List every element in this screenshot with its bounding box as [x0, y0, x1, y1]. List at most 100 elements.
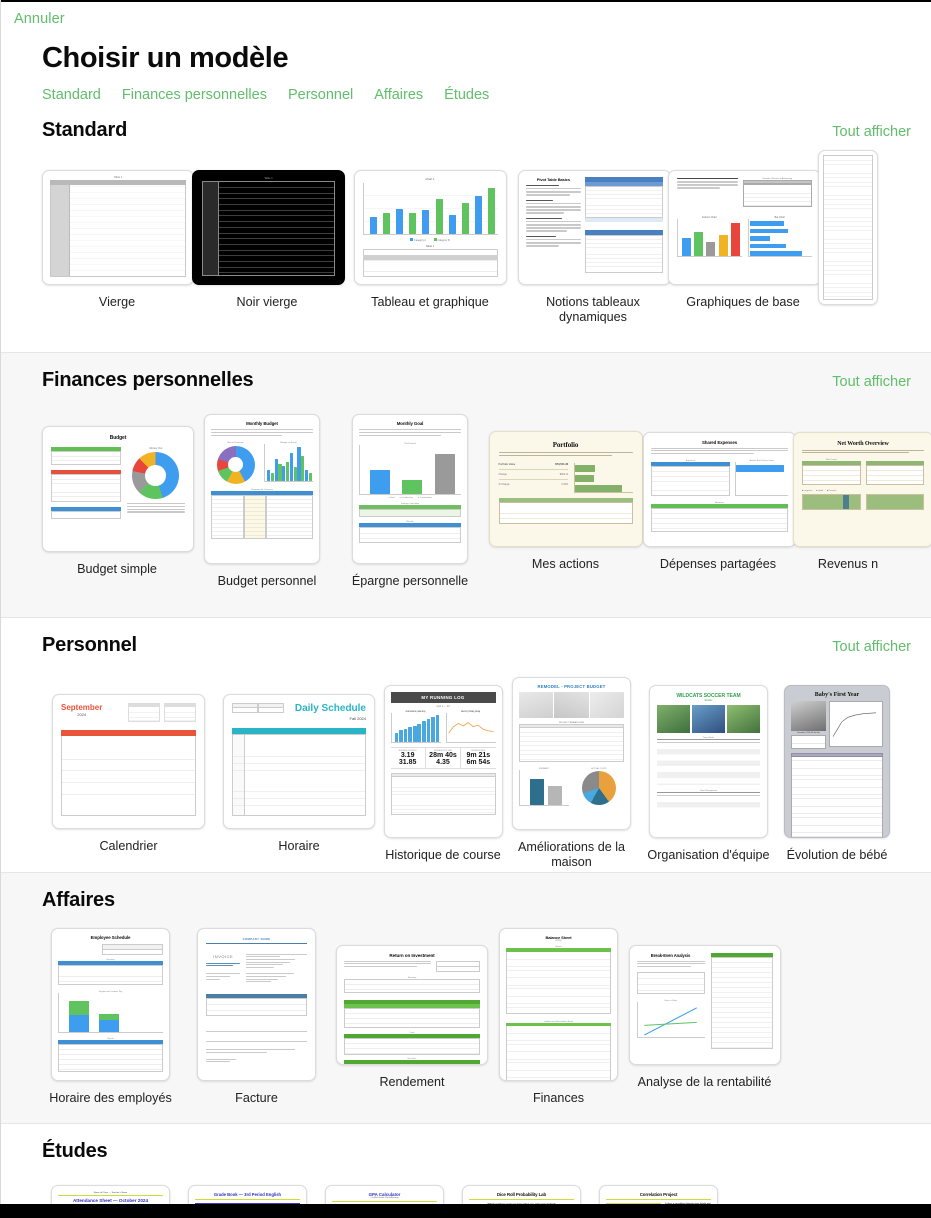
template-card[interactable]: Table 1 Vierge: [42, 170, 194, 310]
template-card[interactable]: Favorite Classes in Astronomy Column Cha…: [668, 170, 821, 310]
section-personnel-header: Personnel Tout afficher: [0, 618, 931, 657]
template-card[interactable]: Monthly Budget Actual Summary Budget vs …: [192, 414, 332, 589]
page-title: Choisir un modèle: [42, 42, 289, 74]
thumb-doc-title: Table 1: [264, 177, 273, 180]
template-card[interactable]: Baby's First Year December | 2024 (6/6 l…: [777, 684, 897, 863]
thumb-doc-title: Shared Expenses: [701, 439, 738, 445]
thumb-doc-sub: COMPANY NAME: [242, 937, 271, 941]
template-card[interactable]: Table 1 Noir vierge: [192, 170, 345, 310]
thumb-doc-title: Net Worth Overview: [837, 440, 889, 447]
chart-legend-item: Category A: [410, 238, 426, 242]
template-name: Analyse de la rentabilité: [637, 1074, 772, 1089]
template-thumbnail[interactable]: Return on Investment Summary Costs Net V…: [336, 944, 488, 1065]
template-thumbnail[interactable]: Break-Even Analysis Costs vs Sales: [628, 944, 781, 1065]
template-card[interactable]: Budget Money Out Budget simple: [42, 426, 194, 577]
template-thumbnail[interactable]: Table 1: [42, 170, 194, 285]
template-card[interactable]: WILDCATS SOCCER TEAM Roster Team Roster …: [640, 684, 777, 863]
tab-affaires[interactable]: Affaires: [374, 87, 423, 103]
thumb-doc-title: Return on Investment: [389, 952, 435, 958]
template-card[interactable]: COMPANY NAME INVOICE Facture: [179, 928, 334, 1106]
thumb-doc-title: Portfolio: [552, 441, 579, 449]
template-thumbnail[interactable]: Shared Expenses Expenses Amount Each Per…: [643, 431, 796, 547]
template-card[interactable]: Shared Expenses Expenses Amount Each Per…: [643, 431, 796, 572]
template-thumbnail[interactable]: Monthly Goal Total Saved ● Goal ● Contrib…: [352, 414, 468, 564]
thumb-doc-title: Pivot Table Basics: [536, 177, 571, 182]
template-name: Calendrier: [99, 838, 158, 853]
template-thumbnail[interactable]: WILDCATS SOCCER TEAM Roster Team Roster …: [649, 684, 768, 838]
window-left-border: [0, 0, 1, 1218]
template-card[interactable]: Monthly Goal Total Saved ● Goal ● Contrib…: [332, 414, 488, 589]
section-affaires-header: Affaires: [0, 873, 931, 912]
tab-personnel[interactable]: Personnel: [288, 87, 353, 103]
see-all-standard[interactable]: Tout afficher: [832, 124, 911, 140]
section-finances-header: Finances personnelles Tout afficher: [0, 353, 931, 392]
template-thumbnail[interactable]: COMPANY NAME INVOICE: [197, 928, 316, 1081]
template-name: Améliorations de la maison: [517, 840, 626, 869]
template-thumbnail[interactable]: Table 1: [192, 170, 345, 285]
template-card[interactable]: Return on Investment Summary Costs Net V…: [334, 944, 490, 1090]
thumb-doc-title: Dice Roll Probability Lab: [496, 1192, 547, 1197]
section-title: Finances personnelles: [42, 369, 254, 391]
tab-etudes[interactable]: Études: [444, 87, 489, 103]
template-thumbnail[interactable]: Net Worth Overview Total Current ■ Long-…: [793, 431, 931, 547]
thumb-doc-title: Break-Even Analysis: [650, 952, 691, 958]
template-card[interactable]: Break-Even Analysis Costs vs Sales Analy…: [627, 944, 782, 1090]
template-name: Épargne personnelle: [351, 574, 469, 588]
section-title: Standard: [42, 119, 128, 141]
template-card[interactable]: Daily Schedule Fall 2024 Horaire: [215, 693, 383, 854]
template-card-partial[interactable]: [818, 150, 878, 305]
template-card[interactable]: Chart 1 Category A Category B Table 1 Ta…: [342, 170, 518, 310]
see-all-finances[interactable]: Tout afficher: [832, 374, 911, 390]
template-card[interactable]: MY RUNNING LOG April 1 — 30 DISTANCE (MI…: [383, 684, 503, 863]
template-name: Horaire: [278, 838, 320, 853]
thumb-sub-title: Table 1: [425, 245, 435, 248]
template-card[interactable]: Employee Schedule Summary Regular and Ov…: [42, 928, 179, 1106]
template-thumbnail[interactable]: REMODEL - PROJECT BUDGET PROJECT BREAKDO…: [512, 677, 631, 830]
template-name: Budget simple: [77, 562, 157, 576]
section-standard-header: Standard Tout afficher: [0, 103, 931, 142]
section-standard-row: Table 1 Vierge Table 1 Noir vierge Chart…: [0, 142, 931, 325]
template-thumbnail[interactable]: Chart 1 Category A Category B Table 1: [353, 170, 507, 285]
template-thumbnail[interactable]: Daily Schedule Fall 2024: [223, 693, 375, 829]
tab-finances-personnelles[interactable]: Finances personnelles: [122, 87, 267, 103]
thumb-doc-sub: Fall 2024: [349, 715, 366, 721]
template-thumbnail[interactable]: Baby's First Year December | 2024 (6/6 l…: [784, 684, 890, 838]
template-card[interactable]: September 2024 Calendrier: [42, 693, 215, 854]
template-thumbnail[interactable]: Portfolio Portfolio Value $73,541.30 Chan…: [488, 431, 643, 547]
thumb-doc-title: Budget: [109, 435, 127, 441]
thumb-doc-title: Monthly Goal: [396, 421, 424, 426]
section-title: Études: [42, 1140, 108, 1162]
template-thumbnail[interactable]: Budget Money Out: [42, 426, 194, 552]
thumb-doc-title: MY RUNNING LOG: [390, 691, 496, 703]
template-thumbnail[interactable]: Balance Sheet 12/2027 Assets Liabilities…: [499, 928, 618, 1081]
section-standard: Standard Tout afficher Table 1 Vierge Ta…: [0, 103, 931, 352]
template-name: Notions tableaux dynamiques: [546, 295, 640, 324]
template-name: Évolution de bébé: [786, 847, 888, 862]
tab-standard[interactable]: Standard: [42, 87, 101, 103]
template-thumbnail[interactable]: Pivot Table Basics: [518, 170, 671, 285]
section-finances-personnelles: Finances personnelles Tout afficher Budg…: [0, 353, 931, 617]
template-thumbnail[interactable]: Favorite Classes in Astronomy Column Cha…: [668, 170, 821, 285]
template-thumbnail[interactable]: [818, 150, 878, 305]
thumb-doc-title: INVOICE: [213, 953, 234, 959]
category-tabs: Standard Finances personnelles Personnel…: [42, 87, 931, 103]
cancel-button[interactable]: Annuler: [14, 11, 65, 27]
template-thumbnail[interactable]: Employee Schedule Summary Regular and Ov…: [51, 928, 170, 1081]
bottom-bar: [0, 1204, 931, 1218]
template-thumbnail[interactable]: Monthly Budget Actual Summary Budget vs …: [204, 414, 320, 564]
template-thumbnail[interactable]: September 2024: [52, 693, 205, 829]
template-name: Organisation d'équipe: [647, 847, 770, 862]
see-all-personnel[interactable]: Tout afficher: [832, 639, 911, 655]
thumb-doc-title: Attendance Sheet — October 2024: [72, 1198, 149, 1204]
template-thumbnail[interactable]: MY RUNNING LOG April 1 — 30 DISTANCE (MI…: [383, 684, 503, 838]
template-name: Facture: [235, 1091, 278, 1105]
template-chooser: Annuler Choisir un modèle Standard Finan…: [0, 0, 931, 1218]
thumb-doc-sub: 1.0-Mid Grade Point Average: [370, 1197, 399, 1199]
template-card[interactable]: Balance Sheet 12/2027 Assets Liabilities…: [490, 928, 627, 1106]
template-name: Graphiques de base: [686, 295, 800, 309]
template-card[interactable]: Pivot Table Basics Notions tableaux dyna…: [518, 170, 671, 325]
template-card[interactable]: Portfolio Portfolio Value $73,541.30 Chan…: [488, 431, 643, 572]
template-card[interactable]: REMODEL - PROJECT BUDGET PROJECT BREAKDO…: [503, 677, 640, 870]
thumb-doc-sub: Roster: [704, 698, 713, 702]
template-card[interactable]: Net Worth Overview Total Current ■ Long-…: [793, 431, 931, 572]
